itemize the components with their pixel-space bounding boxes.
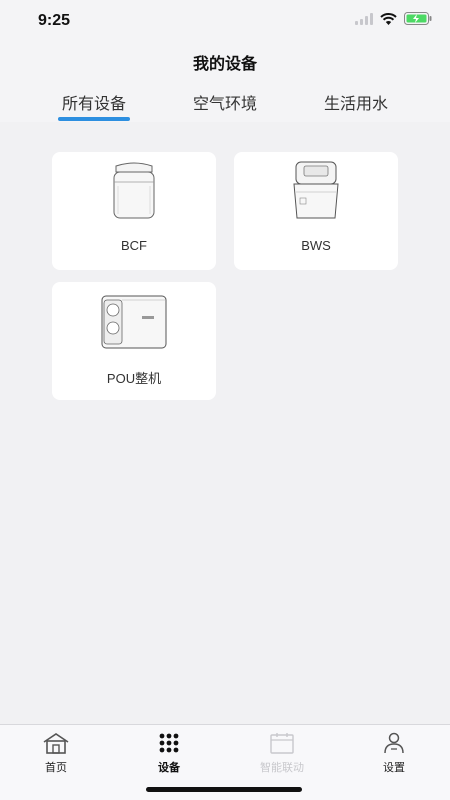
user-settings-icon (354, 731, 434, 755)
home-indicator (146, 787, 302, 792)
header: 我的设备 所有设备 空气环境 生活用水 (0, 44, 450, 122)
tabbar-label: 智能联动 (260, 762, 304, 774)
home-icon (16, 731, 96, 755)
air-purifier-icon (52, 158, 216, 226)
calendar-icon (242, 731, 322, 755)
page-title: 我的设备 (192, 56, 257, 73)
grid-dots-icon (129, 731, 209, 755)
status-icons (355, 12, 432, 30)
active-tab-indicator (58, 117, 130, 121)
device-card-bws[interactable]: BWS (234, 152, 398, 270)
wifi-icon (380, 12, 397, 30)
tab-air-environment[interactable]: 空气环境 (189, 90, 261, 114)
tabbar-item-settings[interactable]: 设置 (354, 731, 434, 775)
water-purifier-icon (52, 288, 216, 356)
tab-all-devices[interactable]: 所有设备 (58, 90, 130, 114)
device-label: BCF (121, 238, 147, 253)
battery-charging-icon (404, 12, 432, 30)
device-grid: BCF BWS POU整机 (0, 122, 450, 724)
device-label: POU整机 (106, 371, 162, 386)
status-bar: 9:25 (0, 0, 450, 44)
signal-icon (355, 12, 373, 30)
tabbar-item-smart-linkage[interactable]: 智能联动 (242, 731, 322, 775)
tabbar-item-devices[interactable]: 设备 (129, 731, 209, 775)
status-time: 9:25 (38, 12, 71, 29)
water-softener-icon (234, 158, 398, 226)
tabbar-item-home[interactable]: 首页 (16, 731, 96, 775)
device-card-bcf[interactable]: BCF (52, 152, 216, 270)
tab-domestic-water[interactable]: 生活用水 (320, 90, 392, 114)
device-card-pou[interactable]: POU整机 (52, 282, 216, 400)
tabbar-label: 设置 (383, 762, 405, 774)
tabbar-label: 首页 (45, 762, 67, 774)
tabbar-label: 设备 (158, 762, 180, 774)
device-label: BWS (301, 238, 331, 253)
